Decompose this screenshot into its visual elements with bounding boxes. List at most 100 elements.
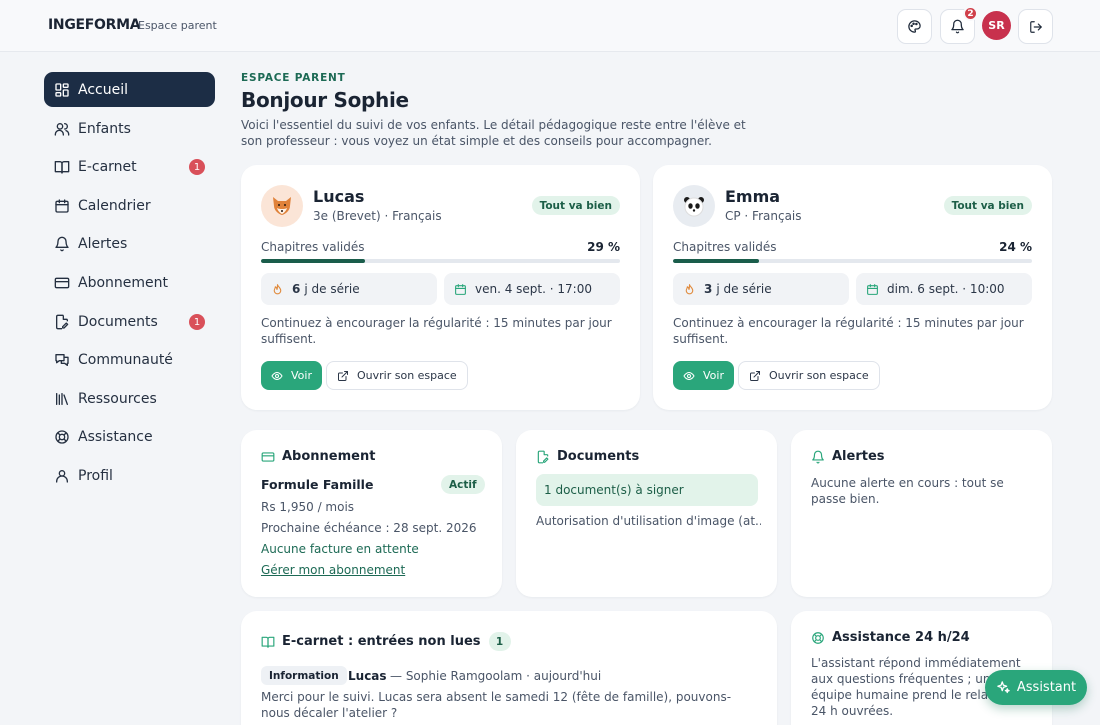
open-child-space-button[interactable]: Ouvrir son espace	[738, 361, 880, 390]
documents-to-sign[interactable]: 1 document(s) à signer	[536, 474, 758, 506]
section-eyebrow: ESPACE PARENT	[241, 72, 346, 84]
card-title: Assistance 24 h/24	[811, 630, 970, 645]
child-avatar	[261, 185, 303, 227]
sidebar-item-label: Assistance	[78, 428, 153, 445]
view-child-button[interactable]: Voir	[261, 361, 322, 390]
child-card-lucas: Lucas 3e (Brevet) · Français Tout va bie…	[241, 165, 640, 410]
view-child-button[interactable]: Voir	[673, 361, 734, 390]
streak-chip: 3 j de série	[673, 273, 849, 305]
next-session: dim. 6 sept. · 10:00	[887, 282, 1005, 296]
entry-tag: Information	[261, 666, 347, 685]
calendar-icon	[55, 198, 69, 213]
card-title: Abonnement	[261, 449, 375, 464]
progress-bar-fill	[673, 259, 760, 263]
status-badge: Tout va bien	[943, 196, 1032, 215]
sidebar-item-label: E-carnet	[78, 158, 137, 175]
child-meta: 3e (Brevet) · Français	[313, 209, 442, 223]
sidebar-item-alertes[interactable]: Alertes	[44, 226, 215, 261]
child-card-emma: Emma CP · Français Tout va bien Chapitre…	[653, 165, 1052, 410]
bell-icon	[951, 19, 964, 34]
sidebar-item-label: Profil	[78, 467, 113, 484]
streak-count: 6	[292, 282, 301, 296]
top-bar: INGEFORMA Espace parent 2 SR	[0, 0, 1100, 52]
open-label: Ouvrir son espace	[357, 369, 457, 382]
sidebar-item-accueil[interactable]: Accueil	[44, 72, 215, 107]
assistant-button-label: Assistant	[1016, 680, 1077, 695]
next-session-chip: dim. 6 sept. · 10:00	[856, 273, 1032, 305]
next-due-date: Prochaine échéance : 28 sept. 2026	[261, 521, 477, 535]
progress-value: 29 %	[587, 240, 620, 254]
flame-icon	[685, 283, 694, 294]
next-session: ven. 4 sept. · 17:00	[475, 282, 592, 296]
manage-subscription-link[interactable]: Gérer mon abonnement	[261, 562, 405, 578]
entry-child: Lucas	[348, 669, 387, 683]
user-icon	[56, 469, 68, 483]
streak-count: 3	[704, 282, 713, 296]
user-avatar[interactable]: SR	[982, 11, 1011, 40]
sidebar-item-e-carnet[interactable]: E-carnet 1	[44, 149, 215, 184]
logout-icon	[1029, 20, 1042, 33]
external-link-icon	[750, 370, 760, 381]
sidebar-item-label: Abonnement	[78, 274, 169, 291]
sidebar-item-abonnement[interactable]: Abonnement	[44, 265, 215, 300]
brand-logo[interactable]: INGEFORMA	[48, 17, 141, 33]
sparkles-icon	[997, 681, 1010, 694]
view-label: Voir	[703, 369, 724, 382]
subscription-card: Abonnement Formule Famille Actif Rs 1,95…	[241, 430, 502, 597]
document-item[interactable]: Autorisation d'utilisation d'image (at..…	[536, 513, 761, 529]
external-link-icon	[338, 370, 348, 381]
book-icon	[54, 160, 70, 174]
page-description: Voici l'essentiel du suivi de vos enfant…	[241, 118, 746, 148]
progress-label: Chapitres validés	[261, 240, 365, 254]
sidebar-item-documents[interactable]: Documents 1	[44, 304, 215, 339]
open-label: Ouvrir son espace	[769, 369, 869, 382]
card-title: Documents	[536, 449, 639, 464]
fox-icon	[273, 197, 291, 215]
sidebar-item-label: Calendrier	[78, 197, 151, 214]
sidebar-item-label: Ressources	[78, 390, 157, 407]
assistant-button[interactable]: Assistant	[985, 670, 1087, 705]
sidebar-badge: 1	[189, 159, 205, 175]
entry-meta: — Sophie Ramgoolam · aujourd'hui	[390, 669, 602, 683]
sidebar-item-communaute[interactable]: Communauté	[44, 342, 215, 377]
chat-icon	[55, 353, 69, 366]
advice-text: Continuez à encourager la régularité : 1…	[261, 316, 612, 346]
documents-card: Documents 1 document(s) à signer Autoris…	[516, 430, 777, 597]
sidebar-item-label: Documents	[78, 313, 158, 330]
card-title-text: Documents	[557, 449, 640, 464]
card-title-text: Abonnement	[282, 449, 376, 464]
flame-icon	[273, 283, 282, 294]
sidebar-item-assistance[interactable]: Assistance	[44, 419, 215, 454]
card-title-text: E-carnet : entrées non lues	[282, 634, 481, 649]
child-name: Lucas	[313, 187, 365, 206]
credit-card-icon	[54, 277, 70, 288]
sidebar-item-label: Enfants	[78, 120, 131, 137]
sidebar-item-enfants[interactable]: Enfants	[44, 111, 215, 146]
eye-icon	[683, 371, 695, 380]
palette-icon	[908, 20, 921, 33]
card-title: Alertes	[811, 449, 885, 464]
card-title: E-carnet : entrées non lues 1	[261, 632, 511, 651]
book-icon	[261, 636, 275, 648]
logout-button[interactable]	[1018, 9, 1053, 44]
sidebar-item-calendrier[interactable]: Calendrier	[44, 188, 215, 223]
sidebar-item-label: Accueil	[78, 81, 128, 98]
credit-card-icon	[261, 451, 275, 462]
entry-text[interactable]: Merci pour le suivi. Lucas sera absent l…	[261, 689, 741, 721]
sidebar-item-ressources[interactable]: Ressources	[44, 381, 215, 416]
page-title: Bonjour Sophie	[241, 88, 409, 112]
plan-price: Rs 1,950 / mois	[261, 500, 355, 514]
progress-label: Chapitres validés	[673, 240, 777, 254]
lifebuoy-icon	[812, 631, 824, 644]
sidebar-item-label: Alertes	[78, 235, 128, 252]
streak-text: j de série	[304, 282, 360, 296]
streak-chip: 6 j de série	[261, 273, 437, 305]
sidebar-item-label: Communauté	[78, 351, 173, 368]
plan-name: Formule Famille	[261, 477, 374, 492]
theme-button[interactable]	[897, 9, 932, 44]
sidebar-badge: 1	[189, 314, 205, 330]
sidebar-item-profil[interactable]: Profil	[44, 458, 215, 493]
bell-icon	[55, 236, 69, 251]
open-child-space-button[interactable]: Ouvrir son espace	[326, 361, 468, 390]
notifications-count-badge: 2	[963, 6, 978, 21]
